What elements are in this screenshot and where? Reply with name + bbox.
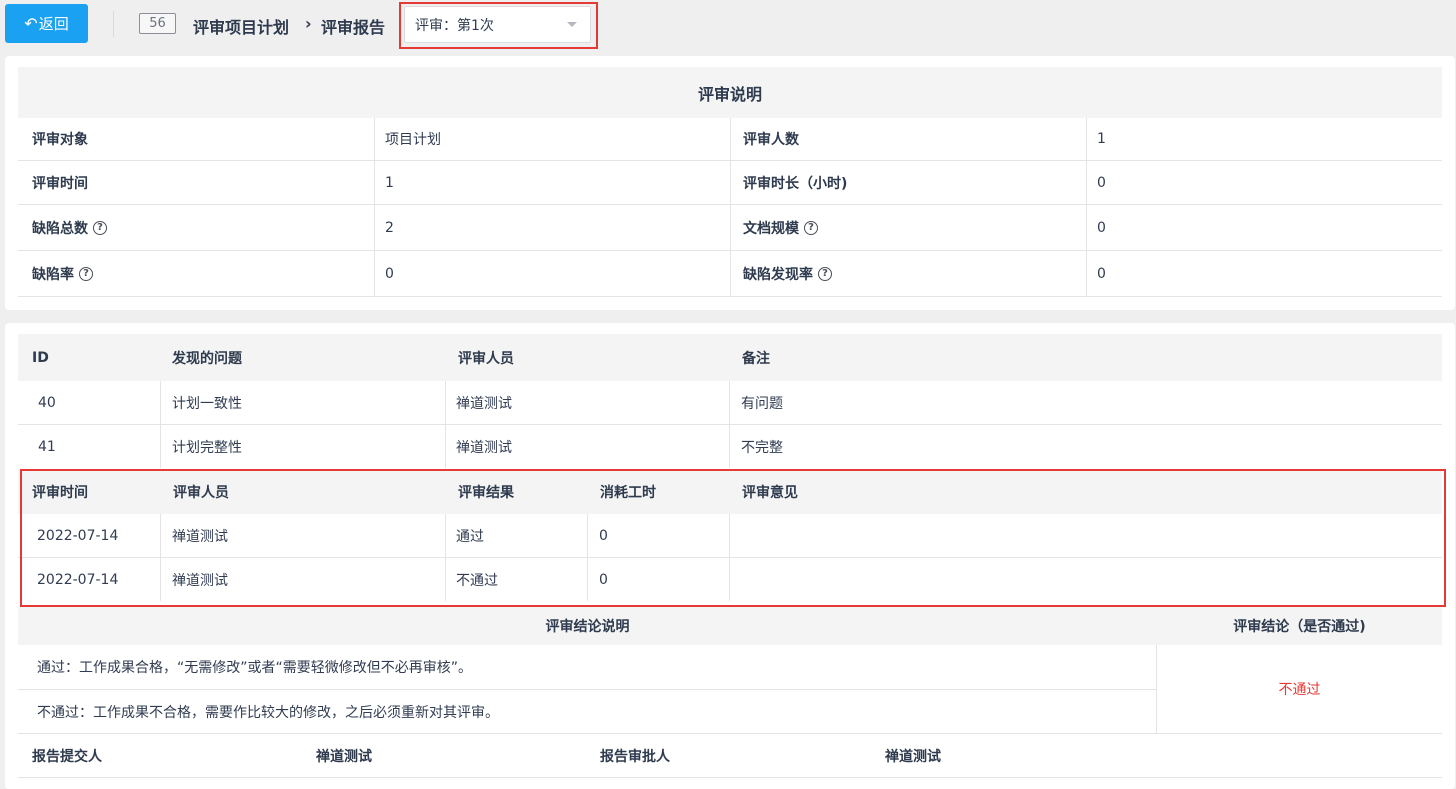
col-note: 备注 bbox=[742, 350, 770, 367]
id-badge: 56 bbox=[139, 13, 176, 34]
issue-id: 41 bbox=[38, 438, 56, 455]
label-defect-discovery-rate: 缺陷发现率 ? bbox=[743, 251, 832, 296]
label-review-object: 评审对象 bbox=[32, 132, 88, 148]
label-defect-rate: 缺陷率 ? bbox=[32, 251, 93, 296]
label-defect-total-text: 缺陷总数 bbox=[32, 220, 88, 237]
issue-note: 不完整 bbox=[741, 439, 783, 456]
col-issue: 发现的问题 bbox=[172, 350, 242, 367]
value-defect-rate: 0 bbox=[385, 265, 394, 282]
label-defect-rate-text: 缺陷率 bbox=[32, 266, 74, 283]
help-icon[interactable]: ? bbox=[79, 266, 93, 281]
top-bar: ↶ 返回 56 评审项目计划 › 评审报告 评审：第1次 bbox=[0, 0, 1456, 50]
back-button[interactable]: ↶ 返回 bbox=[5, 4, 88, 43]
breadcrumb-review-plan[interactable]: 评审项目计划 bbox=[193, 14, 289, 38]
review-info-title: 评审说明 bbox=[18, 67, 1442, 118]
col-divider bbox=[1086, 118, 1087, 296]
review-round-select[interactable]: 评审：第1次 bbox=[404, 6, 591, 43]
value-review-time: 1 bbox=[385, 174, 394, 191]
value-defect-total: 2 bbox=[385, 219, 394, 236]
label-defect-discovery-rate-text: 缺陷发现率 bbox=[743, 266, 813, 283]
conclusion-verdict-header: 评审结论（是否通过) bbox=[1233, 619, 1366, 635]
issue-note: 有问题 bbox=[741, 395, 783, 412]
issue-text: 计划完整性 bbox=[172, 439, 242, 456]
col-divider bbox=[374, 118, 375, 296]
label-defect-total: 缺陷总数 ? bbox=[32, 205, 107, 250]
value-review-duration: 0 bbox=[1097, 174, 1106, 191]
issue-reviewer: 禅道测试 bbox=[456, 439, 512, 456]
chevron-down-icon bbox=[567, 22, 577, 27]
back-button-label: 返回 bbox=[38, 15, 69, 33]
review-round-select-value: 评审：第1次 bbox=[415, 17, 494, 34]
issue-text: 计划一致性 bbox=[172, 395, 242, 412]
conclusion-desc-header: 评审结论说明 bbox=[545, 619, 630, 635]
row-divider bbox=[18, 777, 1442, 778]
help-icon[interactable]: ? bbox=[818, 266, 832, 281]
value-review-object: 项目计划 bbox=[385, 132, 441, 148]
col-id: ID bbox=[32, 349, 49, 366]
issue-reviewer: 禅道测试 bbox=[456, 395, 512, 412]
results-highlight-box bbox=[20, 469, 1446, 607]
pass-description: 通过：工作成果合格，“无需修改”或者“需要轻微修改但不必再审核”。 bbox=[37, 660, 473, 676]
divider bbox=[113, 11, 114, 37]
approver-name: 禅道测试 bbox=[885, 748, 941, 765]
label-review-time: 评审时间 bbox=[32, 175, 88, 192]
submitter-label: 报告提交人 bbox=[32, 748, 102, 765]
value-reviewer-count: 1 bbox=[1097, 131, 1106, 147]
value-doc-size: 0 bbox=[1097, 219, 1106, 236]
review-info-panel: 评审说明 评审对象 项目计划 评审人数 1 评审时间 1 评审时长（小时) 0 … bbox=[5, 56, 1455, 310]
row-divider bbox=[18, 296, 1442, 297]
issue-id: 40 bbox=[38, 394, 56, 411]
col-divider bbox=[730, 118, 731, 296]
row-divider bbox=[18, 733, 1442, 734]
review-details-panel: ID 发现的问题 评审人员 备注 40 计划一致性 禅道测试 有问题 41 计划… bbox=[5, 323, 1455, 789]
label-doc-size: 文档规模 ? bbox=[743, 205, 818, 250]
undo-arrow-icon: ↶ bbox=[24, 13, 38, 33]
col-reviewer: 评审人员 bbox=[458, 350, 514, 367]
help-icon[interactable]: ? bbox=[804, 220, 818, 235]
fail-description: 不通过：工作成果不合格，需要作比较大的修改，之后必须重新对其评审。 bbox=[37, 704, 499, 721]
review-verdict: 不通过 bbox=[1278, 682, 1321, 698]
label-reviewer-count: 评审人数 bbox=[743, 132, 799, 148]
label-review-duration: 评审时长（小时) bbox=[743, 175, 848, 192]
breadcrumb-separator: › bbox=[305, 14, 312, 33]
value-defect-discovery-rate: 0 bbox=[1097, 265, 1106, 282]
label-doc-size-text: 文档规模 bbox=[743, 220, 799, 237]
submitter-name: 禅道测试 bbox=[316, 748, 372, 765]
approver-label: 报告审批人 bbox=[600, 748, 670, 765]
breadcrumb-review-report: 评审报告 bbox=[321, 18, 386, 37]
help-icon[interactable]: ? bbox=[93, 220, 107, 235]
